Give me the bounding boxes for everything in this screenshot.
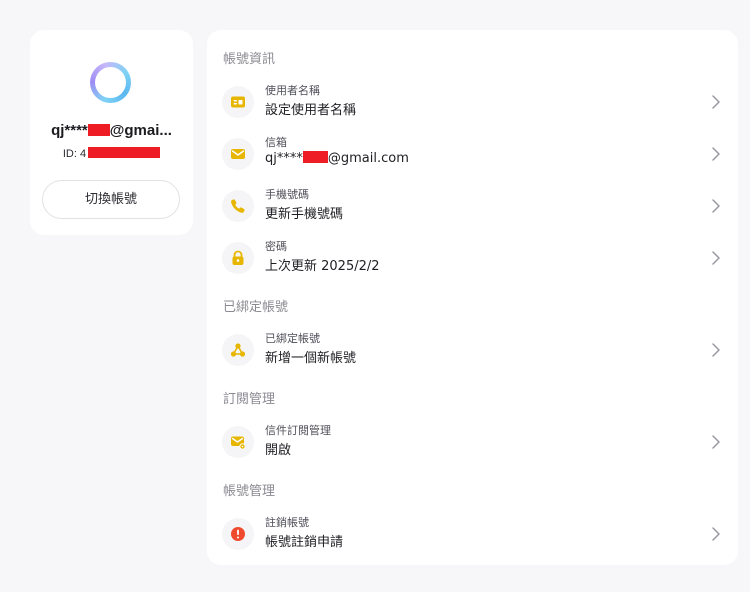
mail-settings-icon xyxy=(222,426,254,458)
linked-account-label: 已綁定帳號 xyxy=(265,332,320,345)
chevron-right-icon xyxy=(712,527,720,541)
password-value: 上次更新 2025/2/2 xyxy=(265,259,380,274)
username-label: 使用者名稱 xyxy=(265,84,320,97)
chevron-right-icon xyxy=(712,199,720,213)
email-row[interactable]: 信箱 qj**** @gmail.com xyxy=(207,130,738,182)
section-title-linked-accounts: 已綁定帳號 xyxy=(223,300,289,315)
redaction-mark xyxy=(87,124,110,136)
lock-icon xyxy=(222,242,254,274)
mail-subscription-label: 信件訂閱管理 xyxy=(265,424,331,437)
section-title-subscription: 訂閱管理 xyxy=(223,392,276,407)
chevron-right-icon xyxy=(712,343,720,357)
linked-account-value: 新增一個新帳號 xyxy=(265,351,357,366)
switch-account-button[interactable]: 切換帳號 xyxy=(42,180,180,219)
email-value: qj**** @gmail.com xyxy=(265,151,409,166)
deactivate-account-label: 註銷帳號 xyxy=(265,516,309,529)
email-label: 信箱 xyxy=(265,136,287,149)
user-name-suffix: @gmai... xyxy=(109,122,172,139)
user-name-prefix: qj**** xyxy=(51,122,88,139)
password-label: 密碼 xyxy=(265,240,287,253)
chevron-right-icon xyxy=(712,95,720,109)
username-row[interactable]: 使用者名稱 設定使用者名稱 xyxy=(207,78,738,130)
deactivate-account-row[interactable]: 註銷帳號 帳號註銷申請 xyxy=(207,510,738,562)
profile-card: qj**** @gmai... ID: 4 切換帳號 xyxy=(30,30,193,235)
avatar xyxy=(90,62,131,103)
id-card-icon xyxy=(222,86,254,118)
redaction-mark xyxy=(88,147,161,158)
phone-label: 手機號碼 xyxy=(265,188,309,201)
warning-icon xyxy=(222,518,254,550)
chevron-right-icon xyxy=(712,251,720,265)
deactivate-account-value: 帳號註銷申請 xyxy=(265,535,344,550)
user-id-prefix: ID: 4 xyxy=(62,148,87,160)
redaction-mark xyxy=(302,151,328,163)
link-nodes-icon xyxy=(222,334,254,366)
email-value-suffix: @gmail.com xyxy=(327,151,409,166)
linked-account-row[interactable]: 已綁定帳號 新增一個新帳號 xyxy=(207,326,738,378)
section-title-account-management: 帳號管理 xyxy=(223,484,276,499)
mail-subscription-value: 開啟 xyxy=(265,443,292,458)
envelope-icon xyxy=(222,138,254,170)
user-name: qj**** @gmai... xyxy=(30,122,193,139)
user-id: ID: 4 xyxy=(30,147,193,160)
password-row[interactable]: 密碼 上次更新 2025/2/2 xyxy=(207,234,738,286)
section-title-account-info: 帳號資訊 xyxy=(223,52,276,67)
account-settings-card: 帳號資訊 使用者名稱 設定使用者名稱 信箱 qj**** @gmail.com xyxy=(207,30,738,565)
username-value: 設定使用者名稱 xyxy=(265,103,357,118)
mail-subscription-row[interactable]: 信件訂閱管理 開啟 xyxy=(207,418,738,470)
chevron-right-icon xyxy=(712,435,720,449)
phone-icon xyxy=(222,190,254,222)
chevron-right-icon xyxy=(712,147,720,161)
email-value-prefix: qj**** xyxy=(265,151,303,166)
phone-value: 更新手機號碼 xyxy=(265,207,344,222)
phone-row[interactable]: 手機號碼 更新手機號碼 xyxy=(207,182,738,234)
